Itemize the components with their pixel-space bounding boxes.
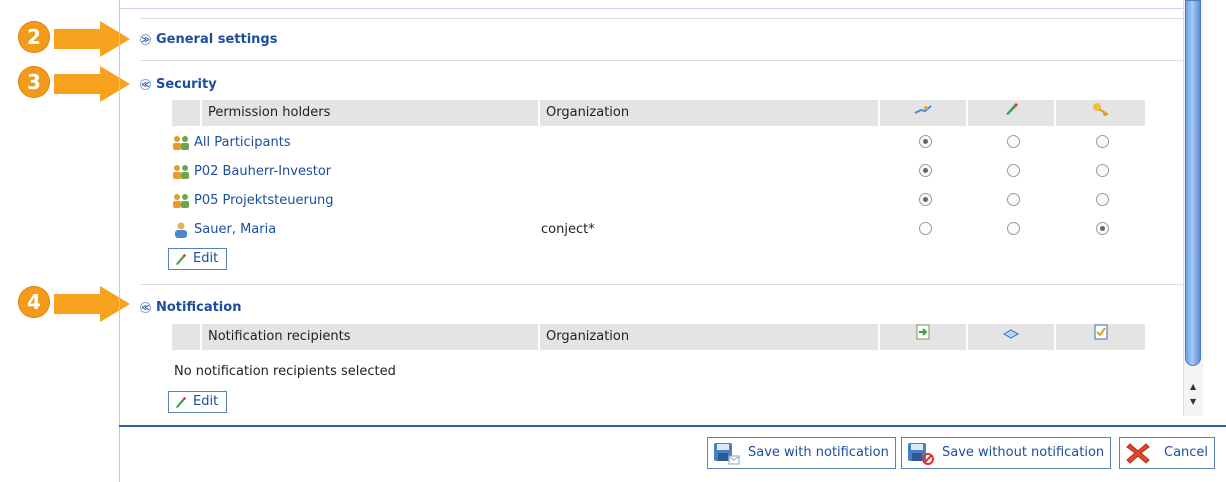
notification-edit-button[interactable]: Edit [168, 391, 228, 413]
column-notification-recipients: Notification recipients [202, 324, 540, 350]
column-permission-holders: Permission holders [202, 100, 540, 126]
section-title-general: General settings [156, 32, 278, 47]
permission-radio-admin[interactable] [1096, 193, 1109, 206]
permission-radio-read[interactable] [919, 135, 932, 148]
permission-radio-read[interactable] [919, 164, 932, 177]
checklist-icon [1056, 324, 1147, 350]
scrollbar-thumb[interactable] [1185, 0, 1201, 366]
permission-radio-read[interactable] [919, 222, 932, 235]
table-row: Sauer, Maria conject* [172, 216, 1147, 245]
permission-holder-link[interactable]: All Participants [194, 135, 291, 150]
callout-badge: 3 [18, 66, 50, 98]
permission-radio-write[interactable] [1007, 193, 1020, 206]
save-without-notification-label: Save without notification [942, 445, 1105, 460]
section-title-security: Security [156, 77, 217, 92]
pencil-icon [175, 253, 187, 265]
section-toggle-notification[interactable]: ≪ Notification [140, 300, 241, 315]
dialog-panel: ≫ General settings ≪ Security Permission h… [119, 0, 1226, 482]
save-with-notification-button[interactable]: Save with notification [707, 437, 896, 469]
document-arrow-icon [880, 324, 968, 350]
column-organization: Organization [540, 100, 880, 126]
pencil-icon [175, 396, 187, 408]
save-with-notification-label: Save with notification [748, 445, 889, 460]
pencil-icon [968, 100, 1056, 126]
table-row: All Participants [172, 129, 1147, 158]
chevron-down-icon: ≫ [140, 34, 151, 45]
notification-table-header: Notification recipients Organization [172, 324, 1147, 350]
scroll-up-arrow-icon[interactable]: ▲ [1190, 382, 1196, 391]
scroll-down-arrow-icon[interactable]: ▼ [1190, 397, 1196, 406]
cancel-button[interactable]: Cancel [1119, 437, 1216, 469]
floppy-disk-no-mail-icon [908, 443, 934, 465]
callout-badge: 4 [18, 286, 50, 318]
permission-radio-read[interactable] [919, 193, 932, 206]
no-recipients-message: No notification recipients selected [174, 364, 396, 379]
permission-radio-write[interactable] [1007, 135, 1020, 148]
column-organization: Organization [540, 324, 880, 350]
close-icon [1126, 443, 1150, 464]
group-icon [173, 136, 189, 150]
key-icon [1056, 100, 1147, 126]
edit-label: Edit [193, 251, 219, 266]
section-toggle-general[interactable]: ≫ General settings [140, 32, 277, 47]
chevron-up-icon: ≪ [140, 302, 151, 313]
section-toggle-security[interactable]: ≪ Security [140, 77, 217, 92]
permission-holder-link[interactable]: P05 Projektsteuerung [194, 193, 334, 208]
row-organization: conject* [541, 222, 595, 237]
section-title-notification: Notification [156, 300, 242, 315]
user-icon [175, 222, 187, 238]
link-icon [880, 100, 968, 126]
permission-holder-link[interactable]: P02 Bauherr-Investor [194, 164, 331, 179]
edit-label: Edit [193, 394, 219, 409]
save-without-notification-button[interactable]: Save without notification [901, 437, 1112, 469]
permission-radio-admin[interactable] [1096, 222, 1109, 235]
security-table-header: Permission holders Organization [172, 100, 1147, 126]
permission-radio-admin[interactable] [1096, 135, 1109, 148]
table-row: P02 Bauherr-Investor [172, 158, 1147, 187]
permission-radio-write[interactable] [1007, 222, 1020, 235]
book-icon [968, 324, 1056, 350]
callout-badge: 2 [18, 21, 50, 53]
group-icon [173, 194, 189, 208]
permission-radio-admin[interactable] [1096, 164, 1109, 177]
chevron-up-icon: ≪ [140, 79, 151, 90]
cancel-label: Cancel [1164, 445, 1209, 460]
floppy-disk-icon [714, 443, 740, 465]
permission-radio-write[interactable] [1007, 164, 1020, 177]
group-icon [173, 165, 189, 179]
security-edit-button[interactable]: Edit [168, 248, 228, 270]
table-row: P05 Projektsteuerung [172, 187, 1147, 216]
permission-holder-link[interactable]: Sauer, Maria [194, 222, 276, 237]
